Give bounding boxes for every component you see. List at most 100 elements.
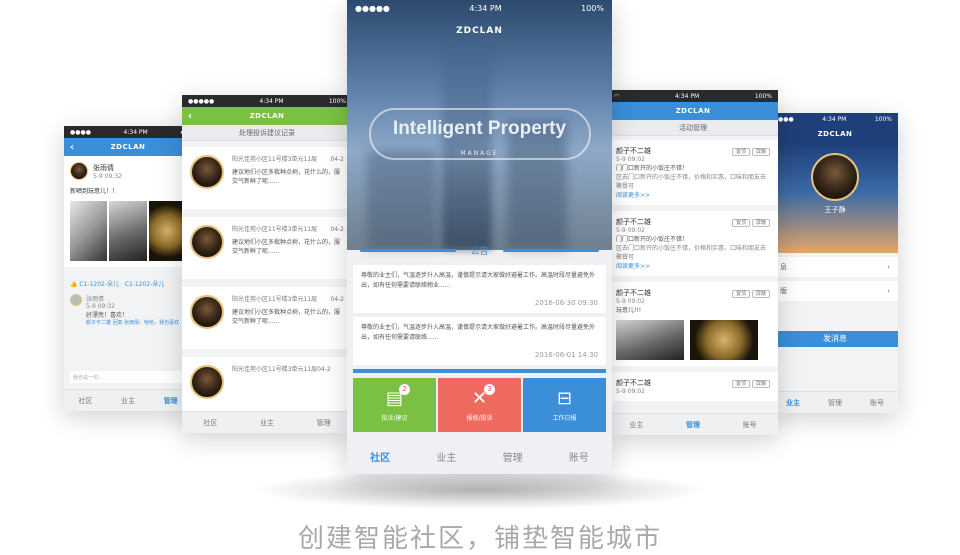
list-item[interactable]: 阳光佳苑小区11号楼3单元11层 04-2 建议地们小区多栽种点树，花什么的，服交…	[182, 147, 352, 209]
notice-date: 2016-06-30 09:30	[534, 298, 598, 307]
signal-icon: ●●●●●	[355, 3, 390, 13]
tab-account[interactable]: 账号	[870, 398, 884, 408]
avatar	[190, 225, 224, 259]
phone-home: ●●●●● 4:34 PM 100% ZDCLAN Intelligent Pr…	[347, 0, 612, 474]
tab-owner[interactable]: 业主	[786, 398, 800, 408]
comment: 张雨倩 5-9 09:32 好漂亮！喜欢！ 颜子不二雄 回复 张雨倩：哈哈，我也…	[64, 288, 192, 332]
status-time: 4:34 PM	[259, 97, 284, 105]
list-item[interactable]: 阳光佳苑小区11号楼3单元11层 04-2 建议地们小区多栽种点树，花什么的，服交…	[182, 287, 352, 349]
item-subtext: 区去门口新开的小饭庄不错，价格和实惠，口味和朋友去聚餐可	[616, 245, 767, 261]
block-button[interactable]: 屏蔽	[751, 147, 770, 156]
list-item[interactable]: 阳光佳苑小区11号楼3单元11层 04-2	[182, 357, 352, 419]
post-image[interactable]	[690, 320, 758, 360]
status-battery: 100%	[328, 97, 346, 105]
back-icon[interactable]: ‹	[188, 111, 193, 122]
status-time: 4:34 PM	[469, 3, 502, 13]
tile-daily-report[interactable]: ⊟ 工作日报	[523, 378, 606, 432]
notice-text: 尊敬的业主们，气温逐步升入高温，谨慎提示请大家做好避暑工作。高温时段尽量避免外出…	[361, 272, 596, 289]
comment-input[interactable]: 我也说一句...	[70, 371, 186, 383]
tab-owner[interactable]: 业主	[629, 420, 643, 430]
tab-community[interactable]: 社区	[203, 418, 217, 428]
profile-row[interactable]: 息 ›	[772, 257, 898, 277]
item-name: 颜子不二雄	[616, 379, 651, 387]
like-user[interactable]: C1-1202-朵儿	[125, 281, 165, 288]
nav-bar: ‹ ZDCLAN	[182, 107, 352, 125]
block-button[interactable]: 屏蔽	[751, 218, 770, 227]
like-user[interactable]: C1-1202-朵儿	[79, 281, 119, 288]
status-time: 4:34 PM	[674, 92, 700, 100]
list-item[interactable]: 颜子不二雄 置顶 屏蔽 5-9 09:02 玩意儿!!!	[608, 282, 778, 366]
profile-row[interactable]: 版 ›	[772, 281, 898, 301]
tab-manage[interactable]: 管理	[686, 420, 700, 430]
function-tiles: 2 ▤ 投诉/建议 3 ✕ 报修/投诉 ⊟ 工作日报	[353, 378, 606, 432]
post-image[interactable]	[109, 201, 147, 261]
status-bar: ●●●●● 4:34 PM 100%	[182, 95, 352, 107]
list-item[interactable]: 颜子不二雄 置顶 屏蔽 5-9 09:02 门门口新开的小饭庄不错！ 区去门口新开…	[608, 140, 778, 205]
list-item[interactable]: 颜子不二雄 置顶 屏蔽 5-9 09:02 门门口新开的小饭庄不错！ 区去门口新开…	[608, 211, 778, 276]
notice-card[interactable]: 尊敬的业主们，气温逐步升入高温，谨慎提示请大家做好避暑工作。高温时段尽量避免外出…	[353, 265, 606, 313]
tab-community[interactable]: 社区	[78, 396, 92, 406]
avatar	[190, 155, 224, 189]
tab-manage[interactable]: 管理	[503, 449, 523, 464]
notice-card[interactable]: 尊敬的业主们，气温逐步升入高温，谨慎提示请大家做好避暑工作。高温时段尽量避免外出…	[353, 317, 606, 365]
pin-button[interactable]: 置顶	[731, 147, 750, 156]
divider	[360, 248, 457, 252]
post-image[interactable]	[70, 201, 108, 261]
pin-button[interactable]: 置顶	[731, 218, 750, 227]
count-badge: 2	[399, 384, 410, 395]
notice-label: 公告	[470, 246, 489, 257]
tab-community[interactable]: 社区	[370, 449, 390, 464]
phone-profile: ●●● 4:34 PM 100% ZDCLAN 王子静 息 › 版 › 发消息 …	[772, 113, 898, 413]
post-image[interactable]	[148, 201, 186, 261]
brand-title: ZDCLAN	[249, 112, 285, 120]
hero-title: Intelligent Property	[392, 118, 567, 139]
tab-manage[interactable]: 管理	[828, 398, 842, 408]
tab-account[interactable]: 账号	[569, 449, 589, 464]
list-item[interactable]: 阳光佳苑小区11号楼3单元11层 04-2 建议地们小区多栽种点树，花什么的，服交…	[182, 217, 352, 279]
status-battery: 100%	[581, 3, 604, 13]
back-icon[interactable]: ‹	[70, 142, 75, 153]
notice-text: 尊敬的业主们，气温逐步升入高温，谨慎提示请大家做好避暑工作。高温时段尽量避免外出…	[361, 324, 596, 341]
row-label: 版	[780, 287, 787, 295]
read-more-link[interactable]: 阅读更多>>	[616, 261, 770, 270]
tab-account[interactable]: 账号	[743, 420, 757, 430]
avatar[interactable]	[811, 153, 859, 201]
row-label: 息	[780, 263, 787, 271]
divider	[353, 369, 606, 373]
signal-icon: ●●●●	[70, 128, 91, 136]
tab-manage[interactable]: 管理	[164, 396, 178, 406]
notice-date: 2016-06-01 14:30	[534, 350, 598, 359]
item-name: 颜子不二雄	[616, 147, 651, 155]
phone-activity-management: ◠ 4:34 PM 100% ZDCLAN 活动管理 颜子不二雄 置顶 屏蔽 5-…	[608, 90, 778, 435]
phone-community-feed: ●●●● 4:34 PM ▬ ‹ ZDCLAN 张雨倩 5-9 09:32 新晒…	[64, 126, 192, 411]
post-image[interactable]	[616, 320, 684, 360]
pin-button[interactable]: 置顶	[731, 379, 750, 388]
read-more-link[interactable]: 阅读更多>>	[616, 190, 770, 199]
item-address: 阳光佳苑小区11号楼3单元11层	[232, 226, 318, 233]
feed-post[interactable]: 张雨倩 5-9 09:32 新晒到玩意儿！！	[64, 156, 192, 267]
avatar[interactable]	[70, 294, 82, 306]
pin-button[interactable]: 置顶	[731, 289, 750, 298]
status-time: 4:34 PM	[123, 128, 148, 136]
comment-reply: 颜子不二雄 回复 张雨倩：哈哈，我也喜欢	[86, 320, 180, 326]
tab-bar: 业主 管理 账号	[772, 391, 898, 413]
comment-user: 张雨倩	[86, 296, 105, 303]
showcase-stage: ●●●● 4:34 PM ▬ ‹ ZDCLAN 张雨倩 5-9 09:32 新晒…	[0, 0, 960, 555]
username: 王子静	[824, 206, 846, 214]
block-button[interactable]: 屏蔽	[751, 379, 770, 388]
item-text: 建议地们小区多栽种点树，花什么的，服交气新鲜了呢......	[232, 239, 341, 255]
tab-owner[interactable]: 业主	[260, 418, 274, 428]
tab-owner[interactable]: 业主	[121, 396, 135, 406]
list-item[interactable]: 颜子不二雄 置顶 屏蔽 5-9 09:02	[608, 372, 778, 401]
tagline: 创建智能社区，铺垫智能城市	[297, 524, 662, 554]
tab-owner[interactable]: 业主	[436, 449, 456, 464]
divider	[502, 248, 599, 252]
tile-complaint[interactable]: 2 ▤ 投诉/建议	[353, 378, 436, 432]
tile-repair[interactable]: 3 ✕ 报修/投诉	[438, 378, 521, 432]
send-message-button[interactable]: 发消息	[772, 331, 898, 347]
tab-manage[interactable]: 管理	[317, 418, 331, 428]
status-bar: ●●●● 4:34 PM ▬	[64, 126, 192, 138]
thumb-up-icon[interactable]: 👍	[70, 281, 77, 288]
avatar[interactable]	[70, 162, 88, 180]
block-button[interactable]: 屏蔽	[751, 289, 770, 298]
